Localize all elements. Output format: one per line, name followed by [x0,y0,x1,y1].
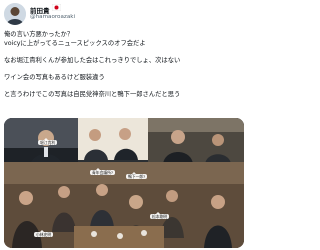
photo-tag-label[interactable]: 松本剛明 [150,212,170,219]
photo-tag-label[interactable]: 鴨下一郎? [126,172,148,179]
japan-flag-icon [52,4,61,11]
photo-panel[interactable] [148,118,244,164]
person-photo-icon [148,118,244,164]
author-avatar[interactable] [4,3,26,25]
tweet-line: voicyに上がってるニュースピックスのオフ会だよ [4,40,146,47]
tweet-line: と言うわけでこの写真は自民党神奈川と鴨下一郎さんだと思う [4,91,181,98]
tweet-photo-collage[interactable]: 堀江貴利 青年会議所? 鴨下一郎? 小林史明 松本剛明 [4,118,244,248]
photo-tag-label[interactable]: 小林史明 [34,230,54,237]
tweet-header: 前田貴 @hamaoroazaki [4,3,244,29]
person-photo-icon [78,118,148,160]
photo-panel[interactable] [78,118,148,160]
tweet-line: 俺の言い方悪かったか？ [4,31,74,38]
tweet-line: なお堀江貴利くんが参加した会はこれっきりでしょ、次はない [4,57,181,64]
photo-tag-label[interactable]: 堀江貴利 [38,138,58,145]
photo-tag-label[interactable]: 青年会議所? [90,168,115,175]
profile-avatar-icon [4,3,26,25]
tweet-line: ワイン会の写真もあるけど服装違う [4,74,105,81]
author-handle[interactable]: @hamaoroazaki [30,14,75,20]
